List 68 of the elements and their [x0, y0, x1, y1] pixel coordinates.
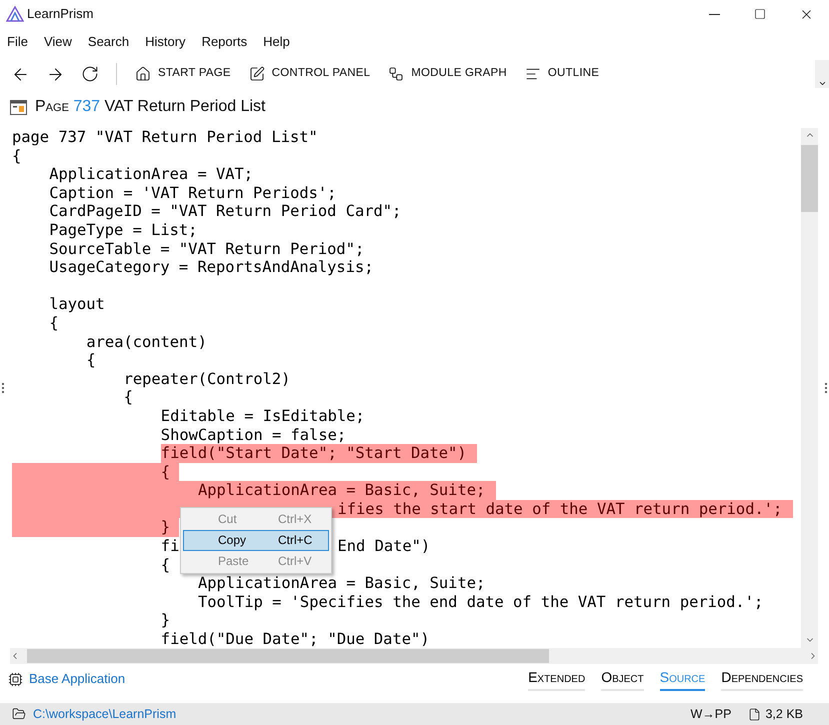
code-text: PageType = List;: [49, 220, 198, 240]
menu-item[interactable]: View: [44, 32, 72, 52]
lines-icon: [524, 66, 541, 82]
code-text: {: [160, 462, 170, 482]
scrollbar-thumb[interactable]: [27, 649, 549, 663]
scrollbar-thumb[interactable]: [801, 145, 818, 212]
toolbar-button[interactable]: OUTLINE: [524, 65, 600, 83]
code-text: area(content): [86, 332, 207, 352]
code-text: layout: [49, 295, 105, 314]
code-text: }: [160, 518, 170, 538]
menu-item[interactable]: File: [7, 32, 28, 52]
refresh-icon: [81, 65, 99, 83]
chevron-down-icon: [818, 79, 826, 88]
code-text: ToolTip = 'Specifies the end date of the VAT return period.';: [198, 592, 764, 612]
code-text: Caption = 'VAT Return Periods';: [49, 184, 336, 202]
toolbar-button[interactable]: MODULE GRAPH: [388, 65, 507, 83]
pen-box-icon: [248, 66, 265, 82]
toolbar-button[interactable]: START PAGE: [135, 65, 231, 83]
home-icon: [135, 66, 151, 82]
module-link[interactable]: Base Application: [29, 669, 126, 689]
file-size: 3,2 KB: [765, 706, 803, 723]
code-text: UsageCategory = ReportsAndAnalysis;: [49, 258, 374, 277]
view-tab[interactable]: Source: [660, 667, 706, 691]
code-text: ApplicationArea = Basic, Suite;: [198, 574, 486, 593]
resize-handle[interactable]: [1, 383, 4, 393]
graph-icon: [388, 66, 404, 82]
code-text: {: [86, 351, 96, 370]
path-link[interactable]: C:\workspace\LearnPrism: [33, 704, 176, 724]
code-text: {: [124, 388, 133, 407]
view-tab[interactable]: Object: [601, 667, 644, 691]
window-title: LearnPrism: [27, 5, 94, 24]
code-text: {: [12, 146, 22, 166]
menu-item[interactable]: Help: [263, 32, 290, 52]
code-text: {: [49, 314, 58, 333]
view-tab[interactable]: Dependencies: [721, 667, 803, 691]
folder-icon: [12, 707, 26, 721]
resize-handle[interactable]: [824, 383, 827, 393]
code-text: SourceTable = "VAT Return Period";: [49, 240, 364, 258]
code-text: ShowCaption = false;: [160, 426, 346, 444]
code-text: {: [160, 556, 170, 574]
code-text: Editable = IsEditable;: [160, 406, 365, 426]
code-text: End Date"): [338, 537, 430, 556]
code-text: page 737 "VAT Return Period List": [12, 128, 318, 147]
code-text: repeater(Control2): [124, 370, 290, 388]
file-icon: [748, 708, 762, 720]
code-text: fi: [160, 537, 180, 556]
chip-icon: [8, 672, 23, 686]
code-text: CardPageID = "VAT Return Period Card";: [49, 202, 402, 221]
menu-item[interactable]: Search: [88, 32, 130, 52]
page-heading: Page 737 VAT Return Period List: [35, 97, 266, 117]
maximize-icon: [754, 8, 766, 20]
toolbar-button[interactable]: CONTROL PANEL: [248, 65, 370, 83]
code-text: ApplicationArea = Basic, Suite;: [198, 481, 486, 500]
horizontal-scrollbar[interactable]: [10, 648, 818, 664]
scrollbar[interactable]: [815, 60, 829, 88]
code-text: ApplicationArea = VAT;: [49, 165, 254, 184]
code-text: ifies the start date of the VAT return period.';: [338, 500, 782, 518]
menu-item[interactable]: History: [145, 32, 186, 52]
vertical-scrollbar[interactable]: [801, 128, 818, 648]
encoding-label: W→PP: [690, 706, 732, 723]
code-text: field("Start Date"; "Start Date"): [160, 444, 467, 463]
page-icon: [10, 100, 27, 114]
prism-logo-icon: [6, 6, 24, 22]
code-text: }: [160, 611, 170, 630]
menu-item[interactable]: Copy Ctrl+C: [183, 530, 329, 551]
menu-item[interactable]: Reports: [202, 32, 248, 52]
code-text: field("Due Date"; "Due Date"): [160, 630, 430, 648]
view-tab[interactable]: Extended: [528, 667, 586, 691]
